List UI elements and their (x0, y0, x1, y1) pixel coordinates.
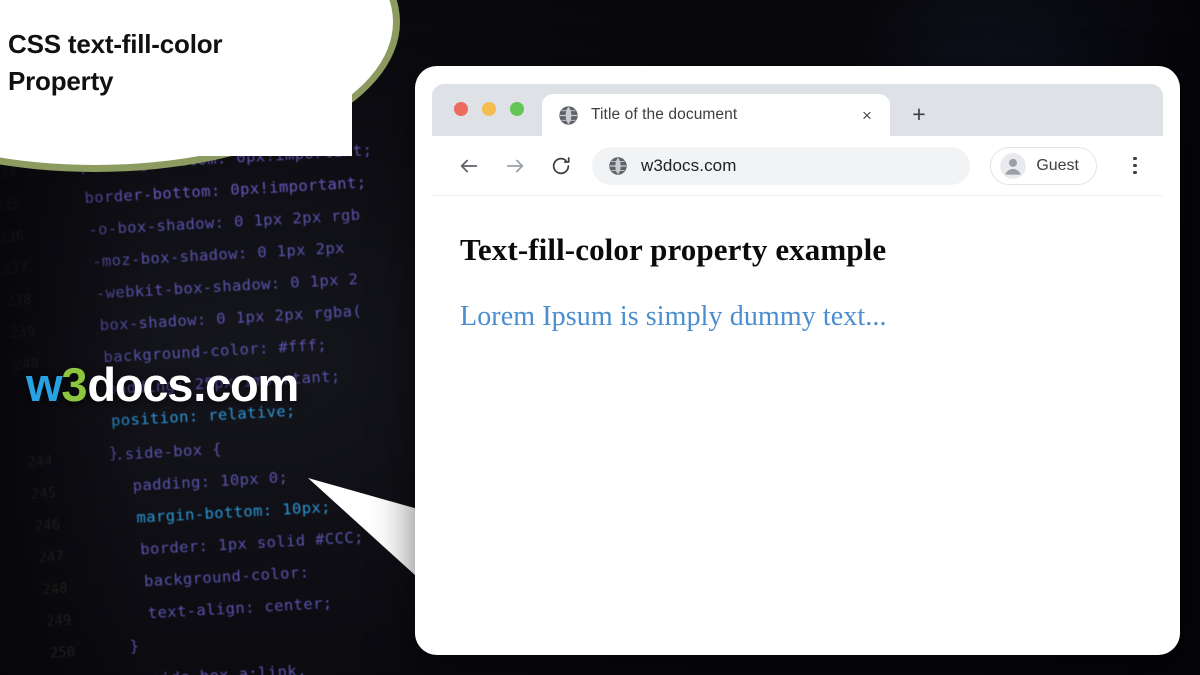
document-paragraph: Lorem Ipsum is simply dummy text... (460, 301, 887, 332)
code-line: } (129, 636, 140, 656)
code-line-number: 249 (45, 612, 72, 630)
globe-icon (609, 156, 627, 175)
code-line-number: 245 (30, 485, 57, 503)
code-line: -webkit-box-shadow: 0 1px 2 (95, 270, 359, 303)
code-line-number: 247 (38, 548, 65, 567)
document-heading: Text-fill-color property example (460, 232, 887, 267)
avatar-icon (1000, 152, 1027, 179)
close-tab-button[interactable]: × (856, 104, 878, 126)
forward-button[interactable] (500, 151, 530, 181)
page-viewport: Text-fill-color property example Lorem I… (432, 196, 1163, 639)
page-title: CSS text-fill-color Property (8, 26, 358, 100)
code-line-number: 235 (0, 196, 21, 215)
code-line-number: 244 (26, 453, 53, 471)
logo-tld: .com (193, 358, 299, 411)
back-button[interactable] (454, 151, 484, 181)
code-line-number: 234 (0, 164, 17, 183)
code-line: background-color: (143, 563, 310, 591)
logo-wordmark: docs (87, 358, 193, 411)
code-line-number: 246 (34, 517, 61, 535)
profile-button[interactable]: Guest (990, 146, 1097, 185)
browser-tab-title: Title of the document (591, 106, 738, 123)
browser-window: Title of the document × + w3docs.com Gue… (432, 84, 1163, 639)
code-line: border-bottom: 0px!important; (84, 173, 367, 208)
code-line: .side-box a:link, (141, 662, 307, 675)
code-line: box-shadow: 0 1px 2px rgba( (99, 301, 363, 335)
page-title-line-2: Property (8, 65, 114, 96)
code-line-number: 236 (0, 228, 25, 247)
code-line-number: 237 (1, 260, 29, 278)
maximize-window-button[interactable] (510, 102, 524, 116)
address-bar-url: w3docs.com (641, 155, 737, 175)
code-line: -moz-box-shadow: 0 1px 2px (91, 238, 346, 271)
kebab-dot (1133, 156, 1137, 161)
browser-toolbar: w3docs.com Guest (432, 136, 1163, 196)
w3docs-logo: w3 docs .com (26, 357, 299, 412)
code-line-number: 250 (49, 644, 76, 662)
logo-w-mark: w3 (26, 358, 88, 411)
kebab-dot (1133, 163, 1137, 168)
globe-icon (559, 105, 578, 125)
code-line-number: 238 (5, 292, 32, 310)
code-line-number: 239 (9, 324, 36, 342)
code-line: padding: 10px 0; (132, 468, 289, 495)
kebab-dot (1133, 170, 1137, 175)
browser-menu-button[interactable] (1121, 151, 1149, 181)
new-tab-button[interactable]: + (906, 101, 932, 127)
browser-tab-active[interactable]: Title of the document × (542, 94, 890, 136)
address-bar[interactable]: w3docs.com (592, 146, 970, 185)
reload-button[interactable] (546, 151, 576, 181)
browser-tab-strip: Title of the document × + (432, 84, 1163, 136)
close-window-button[interactable] (454, 102, 468, 116)
minimize-window-button[interactable] (482, 102, 496, 116)
code-line: } (108, 443, 120, 463)
profile-label: Guest (1036, 156, 1079, 174)
code-line: -o-box-shadow: 0 1px 2px rgb (87, 205, 361, 239)
browser-window-card: Title of the document × + w3docs.com Gue… (415, 66, 1180, 655)
code-line-number: 248 (41, 580, 69, 599)
window-controls (454, 84, 524, 136)
page-title-line-1: CSS text-fill-color (8, 29, 223, 59)
code-line: .side-box { (114, 439, 223, 464)
